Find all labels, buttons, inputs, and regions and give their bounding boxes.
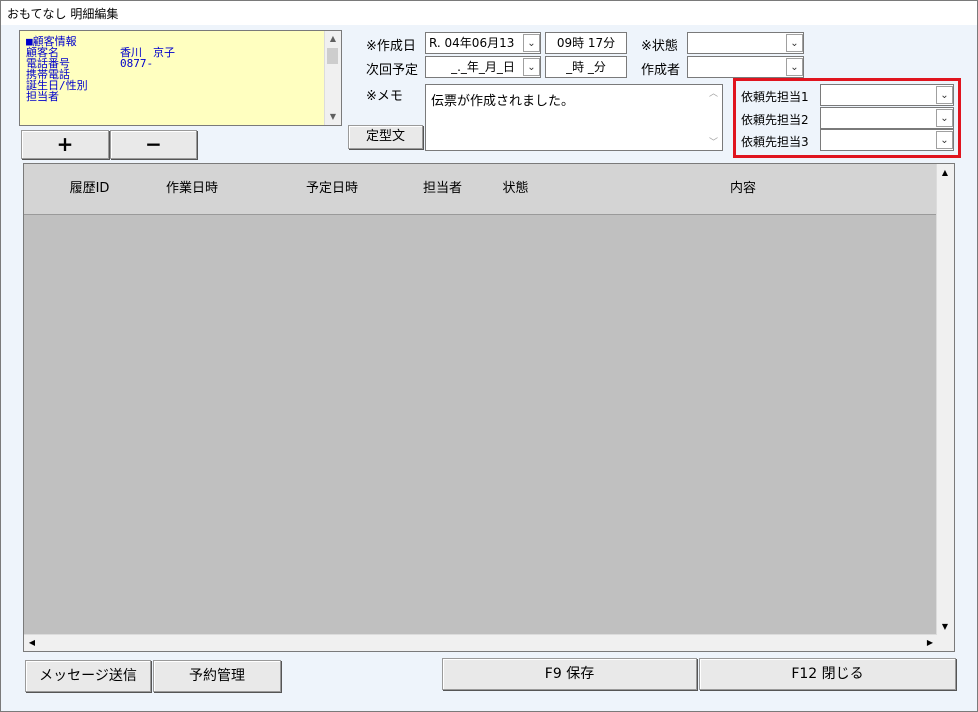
memo-textarea[interactable]: 伝票が作成されました。 ︿ ﹀ bbox=[425, 84, 723, 151]
grid-scroll-down-icon[interactable]: ▼ bbox=[937, 618, 953, 635]
author-dropdown-icon[interactable]: ⌄ bbox=[786, 58, 803, 76]
created-date-value: R. 04年06月13 bbox=[429, 36, 515, 50]
request-assignee-2-label: 依頼先担当2 bbox=[741, 113, 809, 127]
memo-scroll-down-icon[interactable]: ﹀ bbox=[706, 135, 721, 149]
grid-scroll-left-icon[interactable]: ◀ bbox=[24, 635, 40, 650]
request-assignee-3-label: 依頼先担当3 bbox=[741, 135, 809, 149]
memo-text: 伝票が作成されました。 bbox=[431, 94, 575, 109]
save-button[interactable]: F9 保存 bbox=[442, 658, 697, 690]
request-assignee-2-dropdown-icon[interactable]: ⌄ bbox=[936, 109, 953, 127]
status-dropdown-icon[interactable]: ⌄ bbox=[786, 34, 803, 52]
window-title: おもてなし 明細編集 bbox=[7, 7, 119, 21]
request-assignee-3-dropdown-icon[interactable]: ⌄ bbox=[936, 131, 953, 149]
grid-scroll-up-icon[interactable]: ▲ bbox=[937, 164, 953, 181]
grid-header-status[interactable]: 状態 bbox=[483, 164, 549, 215]
author-label: 作成者 bbox=[641, 63, 681, 78]
grid-horizontal-scrollbar[interactable]: ◀ ▶ bbox=[24, 634, 938, 651]
template-text-button[interactable]: 定型文 bbox=[348, 125, 423, 149]
customer-staff-label: 担当者 bbox=[26, 90, 59, 103]
status-label: ※状態 bbox=[641, 39, 678, 54]
grid-vertical-scrollbar[interactable]: ▲ ▼ bbox=[936, 164, 954, 635]
reservation-management-button[interactable]: 予約管理 bbox=[153, 660, 281, 692]
customer-info-scrollbar[interactable]: ▲ ▼ bbox=[324, 31, 341, 125]
memo-scroll-up-icon[interactable]: ︿ bbox=[706, 86, 721, 100]
grid-header-scheduled-datetime[interactable]: 予定日時 bbox=[262, 164, 403, 215]
request-assignee-1-select[interactable] bbox=[820, 84, 954, 106]
grid-header-staff[interactable]: 担当者 bbox=[402, 164, 484, 215]
add-row-button[interactable]: + bbox=[21, 130, 109, 159]
request-assignee-3-select[interactable] bbox=[820, 129, 954, 151]
next-date-value: _._年_月_日 bbox=[451, 60, 515, 74]
created-date-dropdown-icon[interactable]: ⌄ bbox=[523, 34, 540, 52]
history-grid[interactable]: 履歴ID 作業日時 予定日時 担当者 状態 内容 ▲ ▼ ◀ ▶ bbox=[23, 163, 955, 652]
grid-scroll-right-icon[interactable]: ▶ bbox=[922, 635, 938, 650]
scroll-thumb[interactable] bbox=[327, 48, 338, 64]
grid-header-history-id[interactable]: 履歴ID bbox=[57, 164, 123, 215]
scroll-down-icon[interactable]: ▼ bbox=[325, 109, 341, 125]
created-time-value: 09時 17分 bbox=[556, 36, 616, 50]
customer-phone-value: 0877- bbox=[120, 57, 154, 70]
next-schedule-label: 次回予定 bbox=[366, 63, 419, 78]
request-assignee-1-dropdown-icon[interactable]: ⌄ bbox=[936, 86, 953, 104]
next-time-value: _時 _分 bbox=[566, 60, 606, 74]
title-bar: おもてなし 明細編集 bbox=[1, 1, 977, 25]
created-time-field[interactable]: 09時 17分 bbox=[545, 32, 627, 54]
grid-header-content[interactable]: 内容 bbox=[548, 164, 939, 215]
grid-header-selector[interactable] bbox=[24, 164, 58, 215]
grid-header-work-datetime[interactable]: 作業日時 bbox=[122, 164, 263, 215]
close-button[interactable]: F12 閉じる bbox=[699, 658, 956, 690]
memo-scrollbar[interactable]: ︿ ﹀ bbox=[706, 86, 721, 149]
send-message-button[interactable]: メッセージ送信 bbox=[25, 660, 151, 692]
next-time-field[interactable]: _時 _分 bbox=[545, 56, 627, 78]
request-assignee-1-label: 依頼先担当1 bbox=[741, 90, 809, 104]
scroll-up-icon[interactable]: ▲ bbox=[325, 31, 341, 47]
request-assignee-2-select[interactable] bbox=[820, 107, 954, 129]
customer-info-box[interactable]: ■顧客情報 顧客名 香川 京子 電話番号 0877- 携帯電話 誕生日/性別 担… bbox=[19, 30, 342, 126]
remove-row-button[interactable]: − bbox=[110, 130, 197, 159]
created-date-label: ※作成日 bbox=[366, 39, 416, 54]
grid-scroll-corner bbox=[937, 634, 954, 651]
memo-label: ※メモ bbox=[366, 89, 403, 104]
next-date-dropdown-icon[interactable]: ⌄ bbox=[523, 58, 540, 76]
